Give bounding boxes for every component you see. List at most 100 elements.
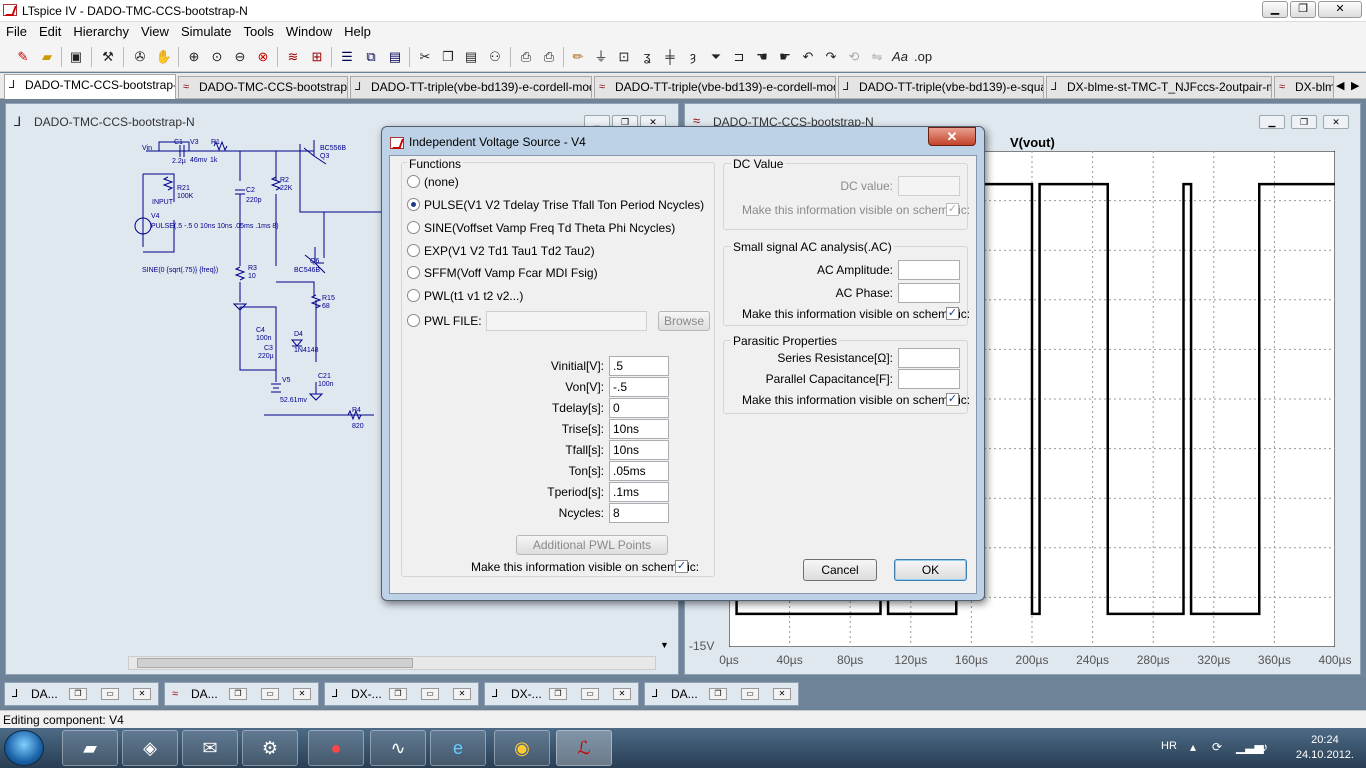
menu-hierarchy[interactable]: Hierarchy — [67, 22, 135, 41]
minimized-window-1[interactable]: ⅃ DA... ❐ ▭ ✕ — [4, 682, 159, 706]
scope-taskbar-icon[interactable]: ∿ — [370, 730, 426, 766]
restore-icon[interactable]: ❐ — [389, 688, 407, 700]
print-icon[interactable]: ⎙ — [540, 48, 558, 66]
new-schematic-icon[interactable]: ✎ — [14, 48, 32, 66]
explorer-taskbar-icon[interactable]: ▰ — [62, 730, 118, 766]
scroll-down-icon[interactable]: ▼ — [660, 640, 669, 650]
app-taskbar-icon-3[interactable]: ⚙ — [242, 730, 298, 766]
ton-input[interactable]: .05ms — [609, 461, 669, 481]
waveform-close-button[interactable]: ✕ — [1323, 115, 1349, 129]
maximize-icon[interactable]: ▭ — [421, 688, 439, 700]
ac-phase-input[interactable] — [898, 283, 960, 303]
maximize-button[interactable]: ❐ — [1290, 1, 1316, 18]
tab-waveform-1[interactable]: ≈ DADO-TMC-CCS-bootstrap-N — [178, 76, 348, 98]
app-taskbar-icon-5[interactable]: ◉ — [494, 730, 550, 766]
radio-none-label[interactable]: (none) — [424, 175, 459, 189]
browse-button[interactable]: Browse — [658, 311, 710, 331]
waveform-restore-button[interactable]: ❐ — [1291, 115, 1317, 129]
von-input[interactable]: -.5 — [609, 377, 669, 397]
text-icon[interactable]: Aa — [891, 48, 909, 66]
zoom-in-icon[interactable]: ⊕ — [185, 48, 203, 66]
close-icon[interactable]: ✕ — [133, 688, 151, 700]
drag-hand-icon[interactable]: ☛ — [776, 48, 794, 66]
close-icon[interactable]: ✕ — [293, 688, 311, 700]
radio-sffm[interactable] — [407, 266, 420, 279]
menu-edit[interactable]: Edit — [33, 22, 67, 41]
tray-arrow-icon[interactable]: ▴ — [1190, 740, 1196, 754]
menu-window[interactable]: Window — [280, 22, 338, 41]
menu-help[interactable]: Help — [338, 22, 377, 41]
undo-icon[interactable]: ↶ — [799, 48, 817, 66]
move-hand-icon[interactable]: ☚ — [753, 48, 771, 66]
language-indicator[interactable]: HR — [1161, 740, 1177, 752]
control-panel-hammer-icon[interactable]: ⚒ — [99, 48, 117, 66]
tab-scroll-right-icon[interactable]: ▶ — [1351, 79, 1359, 92]
menu-view[interactable]: View — [135, 22, 175, 41]
tab-scroll-left-icon[interactable]: ◀ — [1336, 79, 1344, 92]
horizontal-scroll-thumb[interactable] — [137, 658, 413, 668]
ac-visible-checkbox[interactable]: ✓ — [946, 307, 959, 320]
close-button[interactable]: ✕ — [1318, 1, 1362, 18]
paste-icon[interactable]: ▤ — [462, 48, 480, 66]
start-button[interactable] — [4, 730, 44, 766]
radio-pwl-file-label[interactable]: PWL FILE: — [424, 314, 482, 328]
component-icon[interactable]: ⊐ — [730, 48, 748, 66]
waveform-icon[interactable]: ⊞ — [308, 48, 326, 66]
close-icon[interactable]: ✕ — [773, 688, 791, 700]
minimized-window-3[interactable]: ⅃ DX-... ❐ ▭ ✕ — [324, 682, 479, 706]
menu-simulate[interactable]: Simulate — [175, 22, 238, 41]
minimized-window-4[interactable]: ⅃ DX-... ❐ ▭ ✕ — [484, 682, 639, 706]
series-resistance-input[interactable] — [898, 348, 960, 368]
close-icon[interactable]: ✕ — [613, 688, 631, 700]
radio-exp-label[interactable]: EXP(V1 V2 Td1 Tau1 Td2 Tau2) — [424, 244, 595, 258]
print-preview-icon[interactable]: ⎙ — [517, 48, 535, 66]
app-taskbar-icon-1[interactable]: ◈ — [122, 730, 178, 766]
maximize-icon[interactable]: ▭ — [261, 688, 279, 700]
open-folder-icon[interactable]: ▰ — [38, 48, 56, 66]
app-taskbar-icon-2[interactable]: ✉ — [182, 730, 238, 766]
restore-icon[interactable]: ❐ — [229, 688, 247, 700]
radio-sffm-label[interactable]: SFFM(Voff Vamp Fcar MDI Fsig) — [424, 266, 598, 280]
tperiod-input[interactable]: .1ms — [609, 482, 669, 502]
close-icon[interactable]: ✕ — [453, 688, 471, 700]
radio-pulse-label[interactable]: PULSE(V1 V2 Tdelay Trise Tfall Ton Perio… — [424, 198, 704, 212]
parallel-capacitance-input[interactable] — [898, 369, 960, 389]
radio-pwl-label[interactable]: PWL(t1 v1 t2 v2...) — [424, 289, 523, 303]
diode-icon[interactable]: ⏷ — [707, 48, 725, 66]
menu-tools[interactable]: Tools — [238, 22, 280, 41]
ok-button[interactable]: OK — [894, 559, 967, 581]
network-icon[interactable]: ▁▃▅ — [1236, 740, 1264, 754]
halt-hand-icon[interactable]: ✋ — [155, 48, 173, 66]
label-net-icon[interactable]: ⊡ — [615, 48, 633, 66]
cancel-button[interactable]: Cancel — [803, 559, 877, 581]
zoom-pan-icon[interactable]: ⊙ — [208, 48, 226, 66]
restore-icon[interactable]: ❐ — [709, 688, 727, 700]
volume-icon[interactable]: ♪ — [1262, 740, 1268, 754]
vinitial-input[interactable]: .5 — [609, 356, 669, 376]
tile-horizontal-icon[interactable]: ☰ — [338, 48, 356, 66]
tile-vertical-icon[interactable]: ▤ — [386, 48, 404, 66]
radio-sine[interactable] — [407, 221, 420, 234]
maximize-icon[interactable]: ▭ — [581, 688, 599, 700]
radio-pwl[interactable] — [407, 289, 420, 302]
tab-schematic-1[interactable]: ⅃ DADO-TMC-CCS-bootstrap-N — [4, 74, 176, 99]
tab-schematic-2[interactable]: ⅃ DADO-TT-triple(vbe-bd139)-e-cordell-mod… — [350, 76, 592, 98]
find-binoculars-icon[interactable]: ⚇ — [486, 48, 504, 66]
waveform-minimize-button[interactable]: ▁ — [1259, 115, 1285, 129]
clock[interactable]: 20:24 24.10.2012. — [1296, 733, 1354, 763]
app-taskbar-icon-4[interactable]: ● — [308, 730, 364, 766]
minimize-button[interactable]: ▁ — [1262, 1, 1288, 18]
tab-schematic-4[interactable]: ⅃ DX-blme-st-TMC-T_NJFccs-2outpair-mk2 — [1046, 76, 1272, 98]
radio-sine-label[interactable]: SINE(Voffset Vamp Freq Td Theta Phi Ncyc… — [424, 221, 675, 235]
zoom-fit-icon[interactable]: ⊗ — [254, 48, 272, 66]
radio-pwl-file[interactable] — [407, 314, 420, 327]
minimized-window-2[interactable]: ≈ DA... ❐ ▭ ✕ — [164, 682, 319, 706]
radio-pulse[interactable] — [407, 198, 420, 211]
rotate-icon[interactable]: ⟲ — [845, 48, 863, 66]
ie-taskbar-icon[interactable]: e — [430, 730, 486, 766]
dc-value-input[interactable] — [898, 176, 960, 196]
ac-amplitude-input[interactable] — [898, 260, 960, 280]
trace-label[interactable]: V(vout) — [1010, 135, 1055, 150]
dc-visible-checkbox[interactable]: ✓ — [946, 203, 959, 216]
maximize-icon[interactable]: ▭ — [101, 688, 119, 700]
